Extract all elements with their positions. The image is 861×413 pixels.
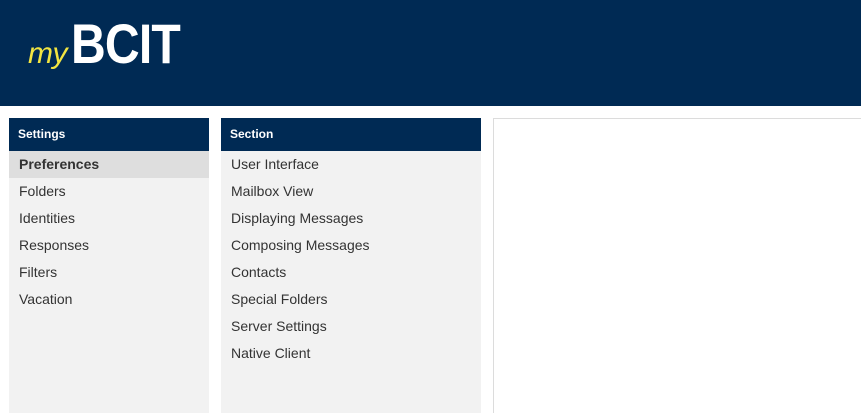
settings-item-folders[interactable]: Folders — [9, 178, 209, 205]
mybcit-logo[interactable]: my BCIT — [28, 16, 198, 76]
section-item-special-folders[interactable]: Special Folders — [221, 286, 481, 313]
logo-bcit-text: BCIT — [71, 12, 181, 75]
section-menu: User Interface Mailbox View Displaying M… — [221, 151, 481, 367]
section-item-displaying-messages[interactable]: Displaying Messages — [221, 205, 481, 232]
section-item-user-interface[interactable]: User Interface — [221, 151, 481, 178]
settings-item-preferences[interactable]: Preferences — [9, 151, 209, 178]
preferences-content-frame — [493, 118, 861, 413]
settings-panel: Settings Preferences Folders Identities … — [9, 118, 209, 413]
settings-item-identities[interactable]: Identities — [9, 205, 209, 232]
settings-item-vacation[interactable]: Vacation — [9, 286, 209, 313]
top-header: my BCIT — [0, 0, 861, 106]
logo-my-text: my — [28, 37, 68, 70]
settings-menu: Preferences Folders Identities Responses… — [9, 151, 209, 313]
section-item-mailbox-view[interactable]: Mailbox View — [221, 178, 481, 205]
section-panel-title: Section — [221, 118, 481, 151]
section-item-composing-messages[interactable]: Composing Messages — [221, 232, 481, 259]
settings-item-filters[interactable]: Filters — [9, 259, 209, 286]
section-item-server-settings[interactable]: Server Settings — [221, 313, 481, 340]
section-item-contacts[interactable]: Contacts — [221, 259, 481, 286]
section-panel: Section User Interface Mailbox View Disp… — [221, 118, 481, 413]
settings-item-responses[interactable]: Responses — [9, 232, 209, 259]
settings-panel-title: Settings — [9, 118, 209, 151]
section-item-native-client[interactable]: Native Client — [221, 340, 481, 367]
